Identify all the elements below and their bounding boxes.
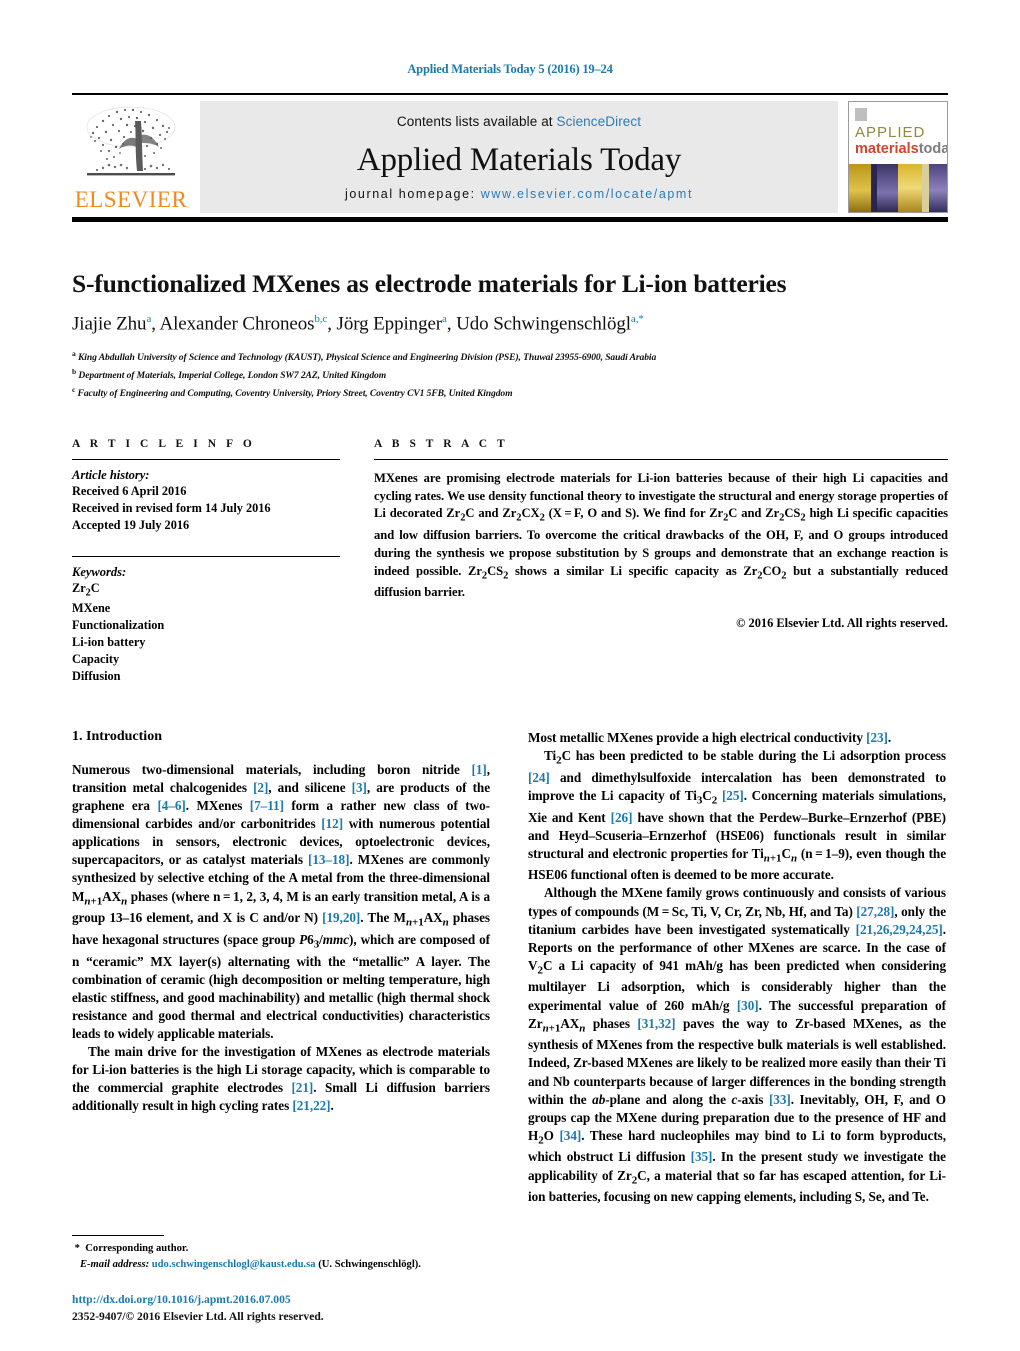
cover-materials-today-text: materialstoday bbox=[855, 141, 947, 157]
cover-strip-purple-2 bbox=[929, 163, 947, 212]
article-history-accepted: Accepted 19 July 2016 bbox=[72, 517, 190, 532]
issn-copyright-line: 2352-9407/© 2016 Elsevier Ltd. All right… bbox=[72, 1310, 324, 1324]
affiliation-marker-c: c bbox=[72, 384, 76, 394]
footer-identifiers: http://dx.doi.org/10.1016/j.apmt.2016.07… bbox=[72, 1292, 542, 1326]
affiliation-text-b: Department of Materials, Imperial Colleg… bbox=[78, 370, 387, 382]
info-abstract-region: A R T I C L E I N F O Article history: R… bbox=[72, 438, 948, 685]
journal-cover-thumbnail[interactable]: APPLIED materialstoday bbox=[848, 101, 948, 213]
cover-applied-text: APPLIED bbox=[855, 124, 926, 141]
journal-masthead: ELSEVIER Contents lists available at Sci… bbox=[72, 93, 948, 222]
corresponding-author-text: Corresponding author. bbox=[85, 1243, 189, 1255]
paragraph: Although the MXene family grows continuo… bbox=[528, 885, 947, 1205]
keyword-item: Diffusion bbox=[72, 669, 121, 683]
paragraph: Numerous two-dimensional materials, incl… bbox=[72, 761, 491, 1041]
affiliation-marker-a: a bbox=[72, 349, 76, 359]
body-column-left: 1. Introduction Numerous two-dimensional… bbox=[72, 729, 490, 1206]
cover-top-area: APPLIED materialstoday bbox=[849, 102, 947, 164]
cover-image-strip bbox=[849, 163, 947, 212]
cover-strip-purple-1 bbox=[877, 163, 898, 212]
article-info-rule bbox=[72, 458, 340, 460]
cover-elsevier-mark-icon bbox=[855, 108, 867, 121]
keyword-item: Capacity bbox=[72, 652, 120, 667]
body-columns: 1. Introduction Numerous two-dimensional… bbox=[72, 729, 948, 1206]
cover-strip-navy-1 bbox=[870, 163, 878, 212]
corresponding-author-footnote: * Corresponding author. E-mail address: … bbox=[72, 1235, 490, 1273]
copyright-line: © 2016 Elsevier Ltd. All rights reserved… bbox=[736, 615, 948, 630]
page-title: S-functionalized MXenes as electrode mat… bbox=[72, 269, 787, 298]
keyword-item: MXene bbox=[72, 601, 111, 616]
elsevier-logo: ELSEVIER bbox=[72, 101, 190, 213]
abstract-heading: A B S T R A C T bbox=[374, 437, 509, 450]
body-column-right: Most metallic MXenes provide a high elec… bbox=[528, 729, 946, 1206]
homepage-prefix-text: journal homepage: bbox=[344, 187, 481, 201]
journal-title: Applied Materials Today bbox=[356, 141, 682, 178]
email-label: E-mail address: bbox=[79, 1259, 150, 1271]
corresponding-author-line: * Corresponding author. bbox=[72, 1243, 189, 1255]
paper-page: Applied Materials Today 5 (2016) 19–24 E… bbox=[0, 0, 1020, 1351]
cover-today-text: today bbox=[918, 141, 947, 157]
running-head: Applied Materials Today 5 (2016) 19–24 bbox=[407, 62, 613, 76]
affiliation-b: b Department of Materials, Imperial Coll… bbox=[72, 366, 948, 384]
journal-homepage-link[interactable]: www.elsevier.com/locate/apmt bbox=[481, 187, 693, 201]
doi-link[interactable]: http://dx.doi.org/10.1016/j.apmt.2016.07… bbox=[72, 1292, 542, 1309]
cover-strip-navy-2 bbox=[921, 163, 930, 212]
email-link[interactable]: udo.schwingenschlogl@kaust.edu.sa bbox=[152, 1259, 316, 1270]
paragraph: The main drive for the investigation of … bbox=[72, 1044, 490, 1114]
affiliation-a: a King Abdullah University of Science an… bbox=[72, 348, 948, 366]
abstract-column: A B S T R A C T MXenes are promising ele… bbox=[374, 438, 948, 685]
elsevier-wordmark: ELSEVIER bbox=[74, 187, 188, 212]
affiliation-text-c: Faculty of Engineering and Computing, Co… bbox=[77, 388, 513, 400]
keywords-label: Keywords: bbox=[72, 564, 127, 579]
masthead-bottom-rule bbox=[72, 217, 948, 222]
article-history-label: Article history: bbox=[72, 467, 150, 482]
email-line: E-mail address: udo.schwingenschlogl@kau… bbox=[72, 1257, 490, 1273]
article-info-heading: A R T I C L E I N F O bbox=[72, 437, 256, 450]
affiliation-text-a: King Abdullah University of Science and … bbox=[77, 352, 657, 364]
contents-prefix-text: Contents lists available at bbox=[396, 114, 557, 129]
footnote-rule bbox=[72, 1235, 164, 1237]
cover-strip-gold-2 bbox=[897, 163, 922, 212]
paragraph: Ti2C has been predicted to be stable dur… bbox=[528, 748, 947, 883]
article-history-received: Received 6 April 2016 bbox=[72, 483, 187, 498]
paragraph: Most metallic MXenes provide a high elec… bbox=[528, 729, 892, 745]
keyword-item: Functionalization bbox=[72, 618, 165, 633]
author-list: Jiajie Zhua, Alexander Chroneosb,c, Jörg… bbox=[72, 313, 644, 335]
abstract-body: MXenes are promising electrode materials… bbox=[374, 470, 948, 599]
cover-strip-gold-1 bbox=[849, 163, 871, 212]
sciencedirect-link[interactable]: ScienceDirect bbox=[557, 114, 642, 129]
keyword-item: Li-ion battery bbox=[72, 635, 146, 650]
section-heading-introduction: 1. Introduction bbox=[72, 728, 162, 744]
keywords-rule bbox=[72, 555, 340, 557]
article-history-revised: Received in revised form 14 July 2016 bbox=[72, 500, 271, 515]
masthead-center-panel: Contents lists available at ScienceDirec… bbox=[200, 101, 838, 213]
email-suffix: (U. Schwingenschlögl). bbox=[318, 1259, 421, 1271]
abstract-rule bbox=[374, 458, 948, 460]
affiliation-marker-b: b bbox=[72, 367, 77, 377]
affiliation-list: a King Abdullah University of Science an… bbox=[72, 348, 948, 401]
journal-homepage-line: journal homepage: www.elsevier.com/locat… bbox=[345, 187, 693, 201]
keywords-block: Keywords: Zr2C MXene Functionalization L… bbox=[72, 555, 340, 685]
elsevier-tree-icon bbox=[86, 106, 176, 176]
contents-available-line: Contents lists available at ScienceDirec… bbox=[397, 114, 641, 129]
cover-materials-text: materials bbox=[855, 141, 919, 157]
article-info-column: A R T I C L E I N F O Article history: R… bbox=[72, 438, 340, 685]
affiliation-c: c Faculty of Engineering and Computing, … bbox=[72, 384, 948, 402]
keyword-item: Zr2C bbox=[72, 580, 100, 598]
